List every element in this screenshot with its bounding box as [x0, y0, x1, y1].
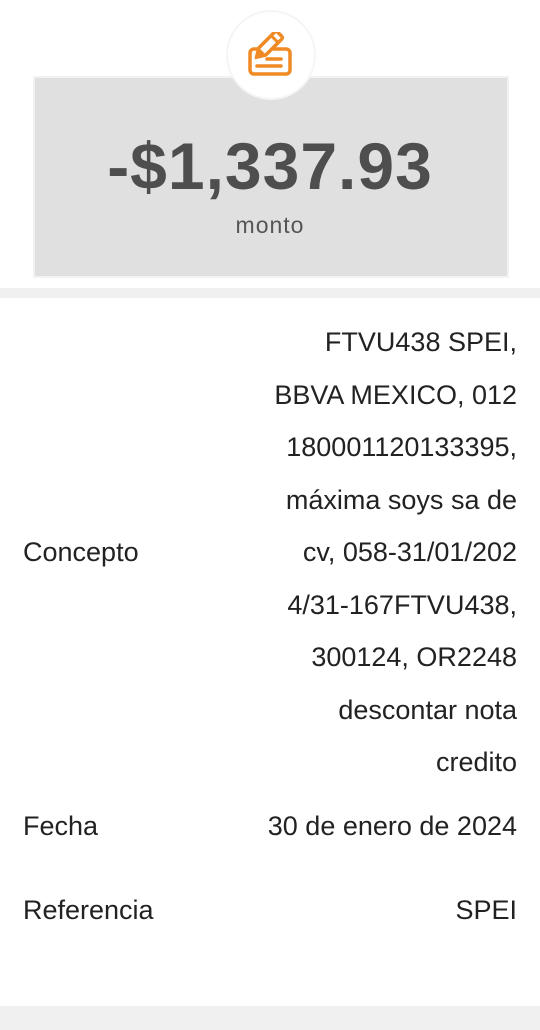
referencia-label: Referencia	[23, 895, 154, 925]
amount-label: monto	[235, 212, 305, 238]
concepto-line: cv, 058-31/01/202	[302, 537, 517, 567]
concepto-line: 4/31-167FTVU438,	[287, 589, 517, 620]
transaction-details: Concepto FTVU438 SPEI, BBVA MEXICO, 012 …	[0, 298, 540, 939]
fecha-label: Fecha	[23, 811, 99, 841]
referencia-value: SPEI	[455, 895, 517, 926]
concepto-line: máxima soys sa de	[285, 484, 517, 515]
concepto-line: FTVU438 SPEI,	[324, 327, 517, 357]
fecha-value: 30 de enero de 2024	[267, 811, 517, 842]
concepto-value: FTVU438 SPEI, BBVA MEXICO, 012 180001120…	[257, 316, 517, 789]
edit-document-icon	[228, 12, 314, 98]
detail-row-fecha: Fecha 30 de enero de 2024	[0, 799, 540, 855]
concepto-line: credito	[435, 747, 517, 777]
concepto-line: BBVA MEXICO, 012	[274, 379, 517, 410]
detail-row-referencia: Referencia SPEI	[0, 883, 540, 939]
transaction-amount: -$1,337.93	[107, 129, 433, 203]
section-divider	[0, 288, 540, 298]
concepto-line: 300124, OR2248	[311, 642, 517, 672]
bottom-band	[0, 1006, 540, 1030]
amount-header: -$1,337.93 monto	[0, 0, 540, 290]
concepto-label: Concepto	[23, 536, 139, 567]
concepto-line: descontar nota	[338, 694, 517, 725]
detail-row-concepto: Concepto FTVU438 SPEI, BBVA MEXICO, 012 …	[0, 298, 540, 789]
concepto-line: 180001120133395,	[286, 432, 517, 462]
